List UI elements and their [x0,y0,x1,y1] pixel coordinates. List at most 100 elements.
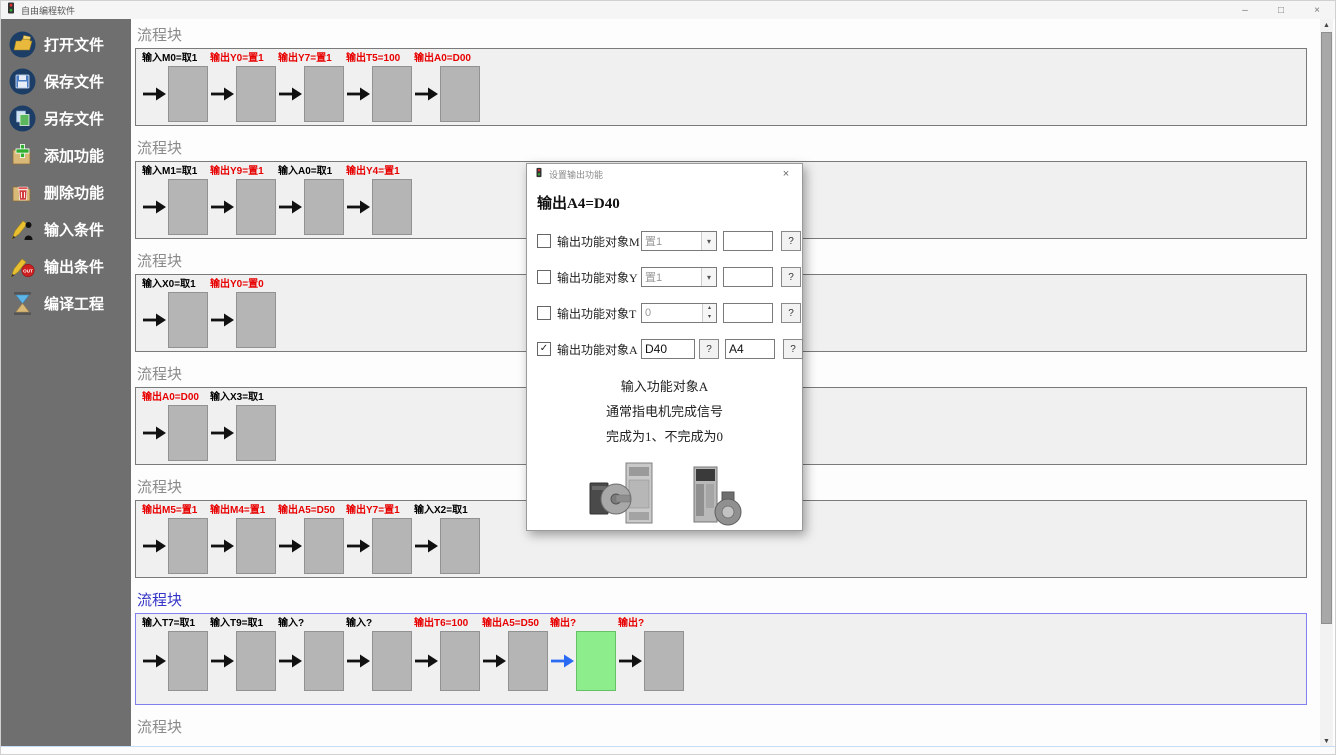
step-box[interactable] [508,631,548,691]
step-box[interactable] [236,179,276,235]
flow-step[interactable]: 输入T7=取1 [142,617,210,691]
flow-step[interactable]: 输出? [618,617,686,691]
step-box[interactable] [440,66,480,122]
step-box[interactable] [304,179,344,235]
flow-step-label: 输出Y0=置1 [210,52,278,65]
extra-field[interactable] [723,267,773,287]
step-box[interactable] [440,631,480,691]
extra-field[interactable] [723,231,773,251]
spinner-buttons[interactable]: ▴▾ [702,304,716,322]
flow-step[interactable]: 输入M1=取1 [142,165,210,235]
step-box[interactable] [168,405,208,461]
flow-step[interactable]: 输入M0=取1 [142,52,210,122]
flow-step[interactable]: 输入A0=取1 [278,165,346,235]
flow-step[interactable]: 输入? [278,617,346,691]
step-box[interactable] [168,66,208,122]
flow-step[interactable]: 输出Y0=置0 [210,278,278,348]
checkbox-checked[interactable]: ✓ [537,342,551,356]
step-box[interactable] [168,631,208,691]
sidebar-item-label: 编译工程 [44,293,104,314]
sidebar-item-delete-function[interactable]: 删除功能 [1,177,131,207]
sidebar-item-label: 删除功能 [44,182,104,203]
help-button[interactable]: ? [781,267,801,287]
flow-step[interactable]: 输出A0=D00 [142,391,210,461]
dialog-close-icon[interactable]: × [772,164,800,184]
spin-down-icon[interactable]: ▾ [703,313,716,322]
step-box[interactable] [168,518,208,574]
flow-step[interactable]: 输出Y9=置1 [210,165,278,235]
vertical-scrollbar[interactable]: ▲ ▼ [1320,19,1333,748]
flow-step[interactable]: 输出Y4=置1 [346,165,414,235]
help-button[interactable]: ? [781,231,801,251]
close-button[interactable]: × [1299,1,1335,19]
flow-block-section: 流程块输入T7=取1输入T9=取1输入?输入?输出T6=100输出A5=D50输… [135,592,1323,705]
value-field[interactable]: D40 [641,339,695,359]
step-box[interactable] [644,631,684,691]
number-spinner[interactable]: 0▴▾ [641,303,717,323]
active-step-box[interactable] [576,631,616,691]
spin-up-icon[interactable]: ▴ [703,304,716,313]
checkbox[interactable] [537,270,551,284]
step-box[interactable] [236,66,276,122]
flow-step[interactable]: 输出T6=100 [414,617,482,691]
flow-step-label: 输入X2=取1 [414,504,482,517]
step-box[interactable] [236,292,276,348]
flow-step[interactable]: 输出A0=D00 [414,52,482,122]
step-box[interactable] [304,518,344,574]
step-box[interactable] [372,179,412,235]
sidebar-item-input-condition[interactable]: 输入条件 [1,214,131,244]
checkbox[interactable] [537,234,551,248]
step-box[interactable] [168,179,208,235]
combo-select[interactable]: 置1▾ [641,231,717,251]
step-box[interactable] [372,631,412,691]
scrollbar-thumb[interactable] [1321,32,1332,624]
flow-step[interactable]: 输出M4=置1 [210,504,278,574]
help-button[interactable]: ? [781,303,801,323]
step-box[interactable] [236,405,276,461]
chevron-down-icon[interactable]: ▾ [701,232,716,250]
step-box[interactable] [236,518,276,574]
flow-step-label: 输出M5=置1 [142,504,210,517]
flow-step[interactable]: 输入X0=取1 [142,278,210,348]
dialog-row: ✓输出功能对象AD40?A4? [537,338,794,360]
flow-step[interactable]: 输入? [346,617,414,691]
step-box[interactable] [372,518,412,574]
flow-step[interactable]: 输出A5=D50 [278,504,346,574]
flow-step[interactable]: 输入X3=取1 [210,391,278,461]
sidebar-item-add-function[interactable]: 添加功能 [1,140,131,170]
step-box[interactable] [304,66,344,122]
flow-step[interactable]: 输入T9=取1 [210,617,278,691]
sidebar-item-save-file[interactable]: 保存文件 [1,66,131,96]
step-box[interactable] [304,631,344,691]
value-field[interactable]: A4 [725,339,775,359]
flow-step[interactable]: 输出Y0=置1 [210,52,278,122]
flow-step[interactable]: 输出Y7=置1 [346,504,414,574]
sidebar-item-save-as-file[interactable]: 另存文件 [1,103,131,133]
step-box[interactable] [236,631,276,691]
step-box[interactable] [440,518,480,574]
step-box[interactable] [168,292,208,348]
flow-step[interactable]: 输出? [550,617,618,691]
flow-step[interactable]: 输出Y7=置1 [278,52,346,122]
flow-step[interactable]: 输入X2=取1 [414,504,482,574]
help-button[interactable]: ? [699,339,719,359]
chevron-down-icon[interactable]: ▾ [701,268,716,286]
sidebar-item-output-condition[interactable]: OUT输出条件 [1,251,131,281]
maximize-button[interactable]: □ [1263,1,1299,19]
extra-field[interactable] [723,303,773,323]
step-box[interactable] [372,66,412,122]
flow-block-panel[interactable]: 输入T7=取1输入T9=取1输入?输入?输出T6=100输出A5=D50输出?输… [135,613,1307,705]
flow-step[interactable]: 输出M5=置1 [142,504,210,574]
sidebar-item-open-file[interactable]: 打开文件 [1,29,131,59]
flow-step[interactable]: 输出A5=D50 [482,617,550,691]
scroll-up-icon[interactable]: ▲ [1320,19,1333,32]
combo-select[interactable]: 置1▾ [641,267,717,287]
flow-step[interactable]: 输出T5=100 [346,52,414,122]
minimize-button[interactable]: – [1227,1,1263,19]
sidebar-item-compile-project[interactable]: 编译工程 [1,288,131,318]
dialog-title: 设置输出功能 [549,168,603,181]
help-button[interactable]: ? [783,339,803,359]
dialog-row: 输出功能对象M置1▾? [537,230,794,252]
flow-block-panel[interactable]: 输入M0=取1输出Y0=置1输出Y7=置1输出T5=100输出A0=D00 [135,48,1307,126]
checkbox[interactable] [537,306,551,320]
